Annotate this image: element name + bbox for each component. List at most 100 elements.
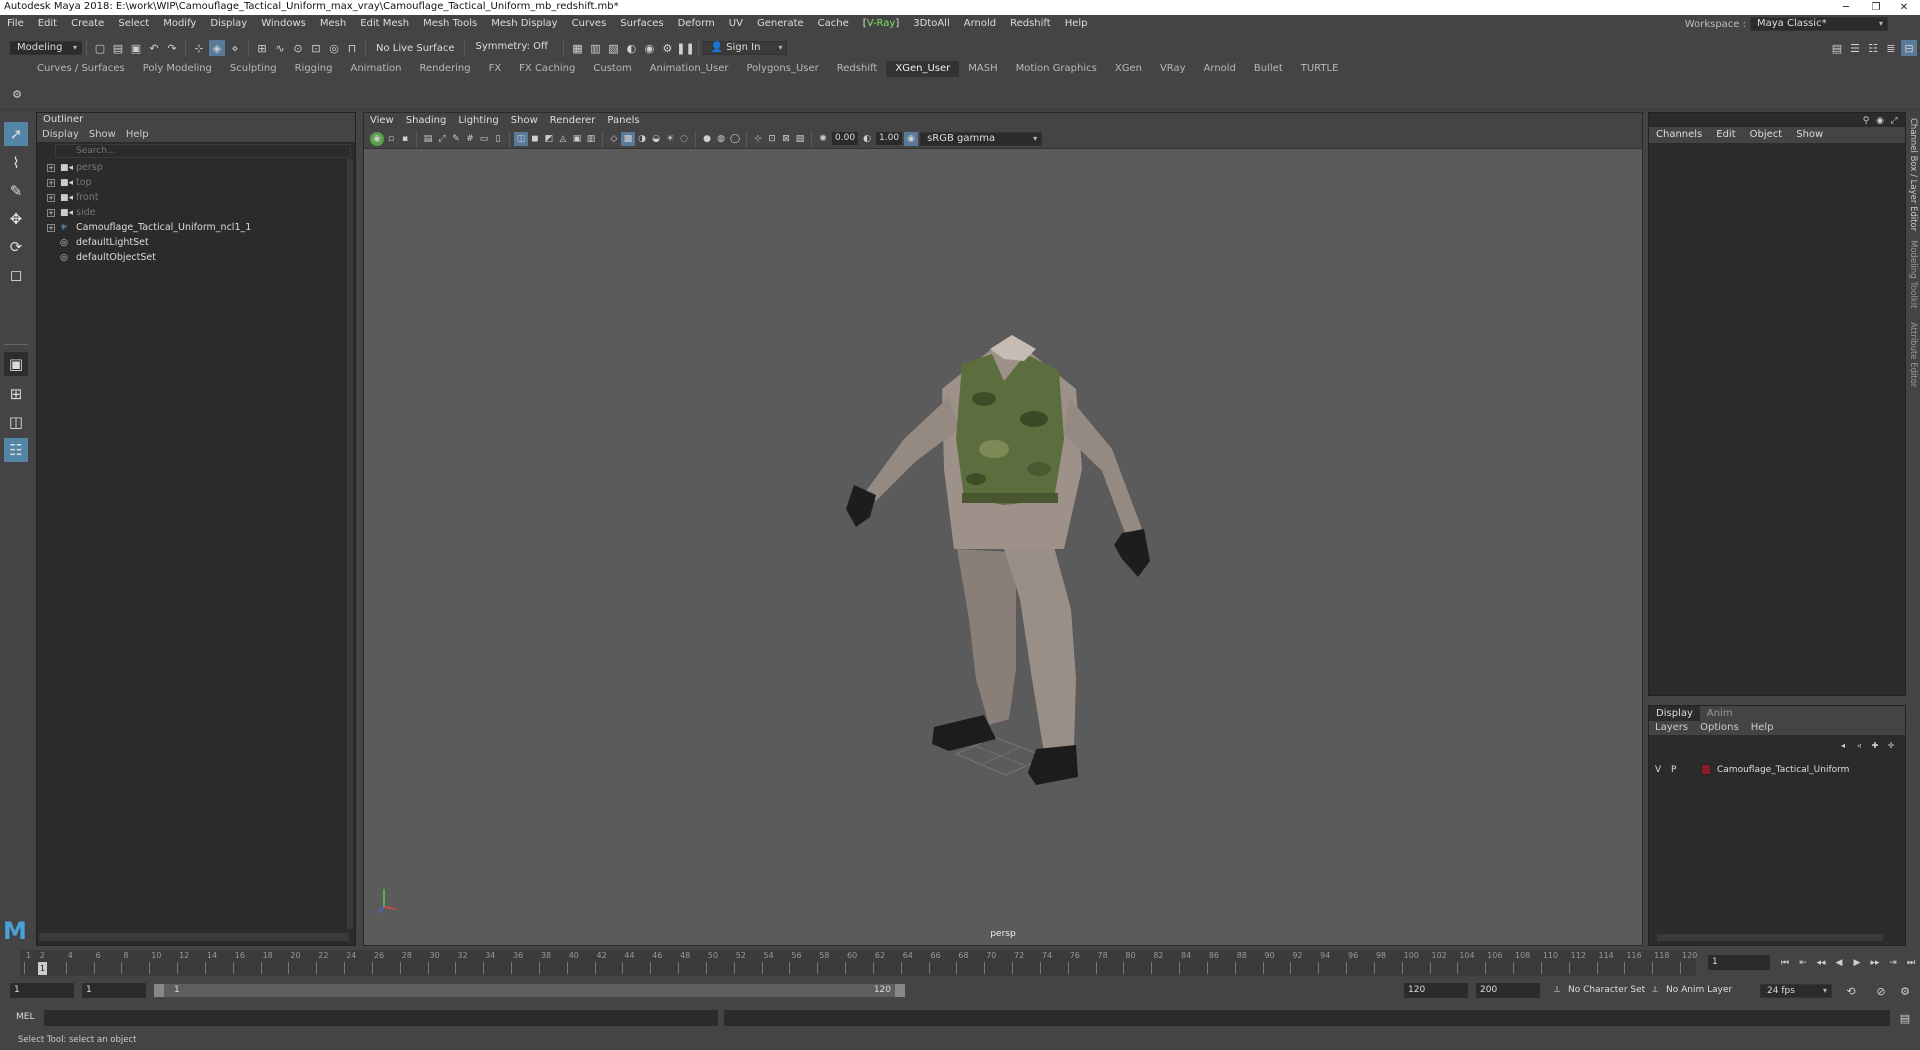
menu-mesh-display[interactable]: Mesh Display [484, 15, 564, 33]
layer-tab-anim[interactable]: Anim [1700, 706, 1740, 721]
auto-key-icon[interactable]: ⊘ [1873, 983, 1889, 999]
restore-icon[interactable]: ❐ [1862, 0, 1890, 15]
xray-icon[interactable]: ◬ [556, 132, 570, 146]
tab-curves-surfaces[interactable]: Curves / Surfaces [28, 61, 134, 77]
current-frame-marker[interactable]: 1 [38, 962, 47, 975]
move-tool-icon[interactable]: ✥ [4, 207, 28, 231]
menu-edit[interactable]: Edit [31, 15, 64, 33]
2d-pan-icon[interactable]: ⤢ [435, 132, 449, 146]
outliner-item-defaultobjectset[interactable]: ◎ defaultObjectSet [47, 250, 355, 265]
image-icon[interactable]: ▧ [793, 132, 807, 146]
menu-file[interactable]: File [0, 15, 31, 33]
snap-point-icon[interactable]: ⊙ [290, 40, 306, 56]
channel-box-icon[interactable]: ≣ [1883, 40, 1899, 56]
rotate-tool-icon[interactable]: ⟳ [4, 235, 28, 259]
script-type-button[interactable]: MEL [16, 1012, 34, 1022]
viewport-menu-show[interactable]: Show [505, 113, 544, 129]
menu-arnold[interactable]: Arnold [957, 15, 1003, 33]
tab-rigging[interactable]: Rigging [286, 61, 342, 77]
move-layer-down-icon[interactable]: ◃ [1852, 739, 1866, 751]
menu-mesh-tools[interactable]: Mesh Tools [416, 15, 484, 33]
menu-generate[interactable]: Generate [750, 15, 811, 33]
textured-icon[interactable]: ▩ [621, 131, 635, 146]
render-frame-icon[interactable]: ▦ [569, 40, 585, 56]
expand-icon[interactable]: ⤢ [1888, 115, 1900, 127]
viewport-menu-shading[interactable]: Shading [400, 113, 453, 129]
menu-surfaces[interactable]: Surfaces [613, 15, 670, 33]
safe-title-icon[interactable]: ▣ [570, 132, 584, 146]
outliner-item-top[interactable]: + ■◂ top [47, 175, 355, 190]
tab-bullet[interactable]: Bullet [1245, 61, 1292, 77]
play-backwards-icon[interactable]: ◀ [1831, 956, 1847, 970]
open-scene-icon[interactable]: ▤ [110, 40, 126, 56]
tab-motion-graphics[interactable]: Motion Graphics [1007, 61, 1106, 77]
select-component-icon[interactable]: ⋄ [227, 40, 243, 56]
character-set[interactable]: ⟂ No Character Set [1554, 985, 1645, 995]
scale-tool-icon[interactable]: ◻ [4, 263, 28, 287]
outliner-menu-display[interactable]: Display [37, 127, 84, 142]
range-start-handle[interactable] [154, 984, 164, 997]
step-forward-key-icon[interactable]: ⇥ [1885, 956, 1901, 970]
two-view-icon[interactable]: ◫ [4, 410, 28, 434]
tab-channel-box[interactable]: Channel Box / Layer Editor [1908, 118, 1918, 231]
outliner-menu-help[interactable]: Help [121, 127, 154, 142]
layer-color-swatch[interactable] [1701, 764, 1711, 775]
new-scene-icon[interactable]: ▢ [92, 40, 108, 56]
tab-xgen[interactable]: XGen [1106, 61, 1151, 77]
menu-mesh[interactable]: Mesh [313, 15, 353, 33]
four-view-icon[interactable]: ⊞ [4, 382, 28, 406]
expand-icon[interactable]: + [47, 178, 55, 187]
menu-help[interactable]: Help [1058, 15, 1095, 33]
menu-set-dropdown[interactable]: Modeling ▾ [10, 41, 82, 55]
layer-menu-layers[interactable]: Layers [1649, 721, 1694, 735]
expand-icon[interactable]: + [47, 223, 55, 232]
layer-menu-options[interactable]: Options [1694, 721, 1745, 735]
layer-name[interactable]: Camouflage_Tactical_Uniform [1717, 765, 1849, 775]
go-to-end-icon[interactable]: ⏭ [1903, 956, 1919, 970]
menu-create[interactable]: Create [64, 15, 111, 33]
viewport-panel[interactable]: View Shading Lighting Show Renderer Panels ◉ … [363, 112, 1643, 946]
play-forwards-icon[interactable]: ▶ [1849, 956, 1865, 970]
channel-menu-channels[interactable]: Channels [1649, 127, 1709, 143]
anti-aliasing-icon[interactable]: ● [700, 132, 714, 146]
playback-end-field[interactable]: 120 [1404, 983, 1468, 998]
exposure-icon[interactable]: ✺ [816, 132, 830, 146]
depth-of-field-icon[interactable]: ◍ [714, 132, 728, 146]
tab-modeling-toolkit[interactable]: Modeling Toolkit [1908, 240, 1918, 309]
snap-view-icon[interactable]: ⊡ [308, 40, 324, 56]
snap-surface-icon[interactable]: ◎ [326, 40, 342, 56]
range-bar[interactable]: 1 120 [154, 984, 905, 997]
camera-view-icon[interactable]: ⊠ [779, 132, 793, 146]
isolate-select-icon[interactable]: ◇ [607, 132, 621, 146]
paint-select-icon[interactable]: ✎ [4, 179, 28, 203]
render-settings-icon[interactable]: ◐ [623, 40, 639, 56]
colorspace-dropdown[interactable]: sRGB gamma ▾ [920, 131, 1043, 146]
fps-dropdown[interactable]: 24 fps ▾ [1760, 984, 1832, 998]
tab-sculpting[interactable]: Sculpting [221, 61, 286, 77]
script-editor-icon[interactable]: ▤ [1897, 1010, 1913, 1026]
select-object-icon[interactable]: ◈ [209, 40, 225, 56]
lasso-tool-icon[interactable]: ⌇ [4, 151, 28, 175]
time-slider[interactable]: 1 2 4 6 8 10 12 14 16 18 20 22 24 26 28 30 32 34 36 38 40 42 4… [0, 950, 1920, 976]
tab-rendering[interactable]: Rendering [410, 61, 479, 77]
save-scene-icon[interactable]: ▣ [128, 40, 144, 56]
redshift-render-icon[interactable]: ⚙ [659, 40, 675, 56]
tab-animation-user[interactable]: Animation_User [641, 61, 738, 77]
frame-selected-icon[interactable]: ⊹ [751, 132, 765, 146]
gamma-field[interactable]: 1.00 [876, 132, 903, 145]
menu-select[interactable]: Select [111, 15, 156, 33]
layer-hscrollbar[interactable] [1657, 934, 1883, 941]
eye-icon[interactable]: ◉ [1874, 115, 1886, 127]
gamma-icon[interactable]: ◐ [860, 132, 874, 146]
symmetry-dropdown[interactable]: Symmetry: Off [469, 41, 560, 55]
tab-fx-caching[interactable]: FX Caching [510, 61, 584, 77]
outliner-hscrollbar[interactable] [39, 933, 349, 941]
outliner-item-side[interactable]: + ■◂ side [47, 205, 355, 220]
viewport-menu-lighting[interactable]: Lighting [452, 113, 504, 129]
snap-magnet-icon[interactable]: ⊓ [344, 40, 360, 56]
wireframe-on-shaded-icon[interactable]: ◩ [542, 132, 556, 146]
menu-deform[interactable]: Deform [671, 15, 722, 33]
menu-curves[interactable]: Curves [565, 15, 614, 33]
range-end-handle[interactable] [895, 984, 905, 997]
menu-3dtoall[interactable]: 3DtoAll [906, 15, 957, 33]
